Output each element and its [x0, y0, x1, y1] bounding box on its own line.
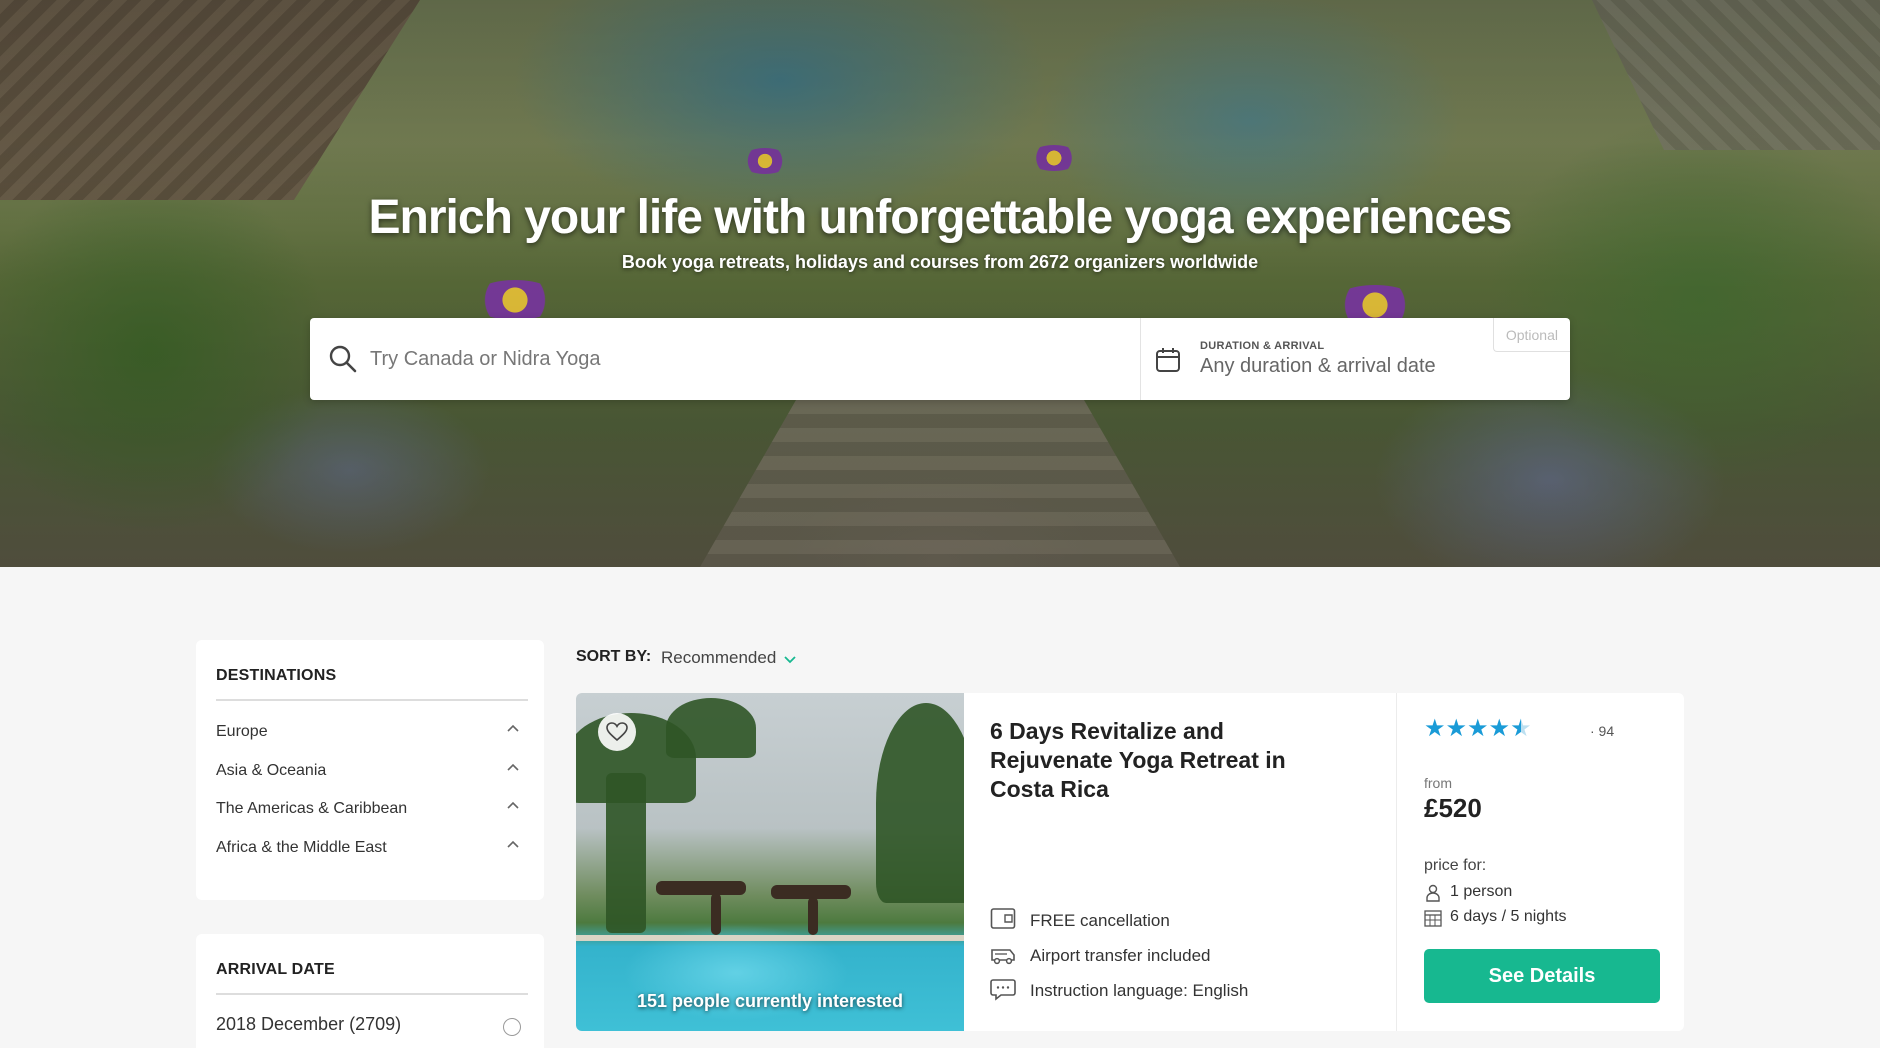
arrival-option-label: 2018 December (2709)	[216, 1014, 402, 1034]
destination-item-americas-caribbean[interactable]: The Americas & Caribbean	[216, 795, 528, 825]
chevron-up-icon[interactable]	[506, 722, 520, 736]
star-half-icon: ★	[1510, 715, 1532, 742]
destination-item-africa-middle-east[interactable]: Africa & the Middle East	[216, 834, 528, 864]
price-for-label: price for:	[1424, 857, 1487, 874]
chevron-up-icon[interactable]	[506, 838, 520, 852]
see-details-button[interactable]: See Details	[1424, 949, 1660, 1003]
calendar-icon[interactable]	[1154, 346, 1182, 374]
palm-tree	[606, 773, 646, 933]
feature-label: Instruction language: English	[1030, 981, 1249, 1000]
feature-label: FREE cancellation	[1030, 911, 1170, 930]
chevron-up-icon[interactable]	[506, 761, 520, 775]
chevron-up-icon[interactable]	[506, 799, 520, 813]
retreat-card[interactable]: 151 people currently interested 6 Days R…	[576, 693, 1684, 1031]
speech-bubble-icon	[990, 979, 1016, 1001]
destination-label: Europe	[216, 723, 268, 740]
interest-counter: 151 people currently interested	[636, 991, 904, 1011]
retreat-title[interactable]: 6 Days Revitalize and Rejuvenate Yoga Re…	[990, 717, 1350, 804]
heart-icon	[606, 722, 628, 742]
search-divider	[1140, 318, 1141, 400]
price-from-label: from	[1424, 775, 1452, 791]
arrival-date-title: ARRIVAL DATE	[216, 961, 335, 978]
destination-item-europe[interactable]: Europe	[216, 718, 528, 748]
star-rating: ★★★★★	[1424, 717, 1532, 741]
review-count[interactable]: · 94	[1590, 723, 1614, 739]
arrival-date-panel: ARRIVAL DATE 2018 December (2709)	[196, 934, 544, 1048]
star-full-icon: ★	[1488, 715, 1511, 742]
yoga-person	[808, 897, 818, 935]
favorite-button[interactable]	[598, 713, 636, 751]
persons-value: 1 person	[1450, 883, 1513, 900]
arrival-option[interactable]: 2018 December (2709)	[216, 1012, 528, 1042]
star-full-icon: ★	[1424, 715, 1446, 742]
destination-label: The Americas & Caribbean	[216, 800, 408, 817]
arrival-option-radio[interactable]	[503, 1018, 521, 1036]
destination-label: Asia & Oceania	[216, 762, 327, 779]
pool-edge	[576, 935, 964, 941]
hero-shade	[0, 0, 1880, 567]
search-input[interactable]	[370, 338, 1130, 380]
yoga-person	[656, 881, 746, 895]
sort-by-label: SORT BY:	[576, 648, 652, 665]
search-icon[interactable]	[328, 344, 358, 374]
destinations-panel: DESTINATIONS Europe Asia & Oceania The A…	[196, 640, 544, 900]
yoga-person	[711, 893, 721, 935]
duration-arrival-label: DURATION & ARRIVAL	[1200, 340, 1325, 352]
destinations-title: DESTINATIONS	[216, 667, 337, 684]
calendar-grid-icon	[1424, 910, 1442, 927]
star-full-icon: ★	[1445, 715, 1468, 742]
star-full-icon: ★	[1467, 715, 1489, 742]
price: £520	[1424, 793, 1482, 823]
divider	[216, 993, 528, 995]
hero-subtitle: Book yoga retreats, holidays and courses…	[621, 252, 1259, 272]
palm-tree	[666, 698, 756, 758]
person-icon	[1426, 884, 1440, 902]
retreat-photo[interactable]: 151 people currently interested	[576, 693, 964, 1031]
chevron-down-icon[interactable]	[783, 652, 797, 666]
destination-label: Africa & the Middle East	[216, 839, 387, 856]
card-divider	[1396, 693, 1397, 1031]
duration-value: 6 days / 5 nights	[1450, 908, 1567, 925]
feature-label: Airport transfer included	[1030, 946, 1211, 965]
search-bar: DURATION & ARRIVAL Any duration & arriva…	[310, 318, 1570, 400]
free-cancellation-icon	[990, 908, 1016, 929]
hero-title: Enrich your life with unforgettable yoga…	[368, 191, 1513, 244]
optional-tag: Optional	[1492, 318, 1570, 352]
duration-arrival-field[interactable]: Any duration & arrival date	[1200, 355, 1436, 378]
divider	[216, 699, 528, 701]
sort-select[interactable]: Recommended	[661, 648, 776, 668]
destination-item-asia-oceania[interactable]: Asia & Oceania	[216, 757, 528, 787]
palm-tree	[876, 703, 964, 903]
hero-banner: Enrich your life with unforgettable yoga…	[0, 0, 1880, 567]
airport-transfer-icon	[991, 949, 1015, 965]
